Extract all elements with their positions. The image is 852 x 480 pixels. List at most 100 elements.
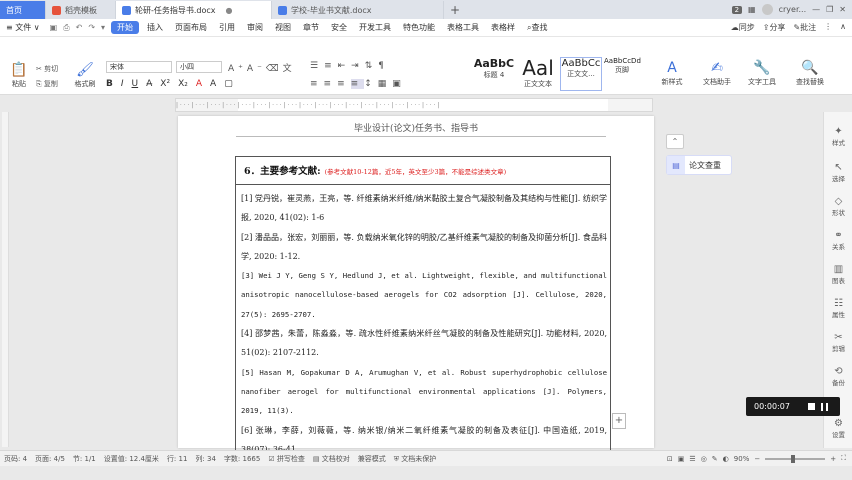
save-icon[interactable]: ▣ [50, 23, 58, 33]
grow-font-icon[interactable]: A⁺ [228, 64, 247, 74]
tab-home[interactable]: 首页 [0, 1, 46, 19]
user-name[interactable]: cryer... [779, 5, 807, 14]
line-spacing-icon[interactable]: ↕ [364, 79, 378, 89]
strikethrough-icon[interactable]: A̶ [146, 79, 152, 89]
grid-icon[interactable]: ▦ [748, 5, 756, 14]
zoom-value[interactable]: 90% [734, 455, 750, 463]
reference-item[interactable]: [3] Wei J Y, Geng S Y, Hedlund J, et al.… [241, 266, 607, 324]
bold-icon[interactable]: B [106, 79, 113, 89]
print-layout-icon[interactable]: ▣ [678, 455, 685, 463]
outline-icon[interactable]: ✎ [712, 455, 718, 463]
avatar[interactable] [761, 4, 773, 15]
minimize-icon[interactable]: — [812, 5, 820, 14]
reference-list[interactable]: [1] 党丹锐，崔灵燕，王亮，等. 纤维素纳米纤维/纳米黏胶土复合气凝胶制备及其… [241, 189, 607, 459]
menu-table-tools[interactable]: 表格工具 [441, 19, 485, 37]
style-normal[interactable]: AaBbCc 正文文... [560, 57, 602, 91]
status-page[interactable]: 页码: 4 [0, 454, 31, 464]
border-icon[interactable]: ▣ [392, 79, 407, 89]
comment-button[interactable]: ✎批注 [793, 22, 816, 33]
style-footer[interactable]: AaBbCcDd 页脚 [604, 57, 641, 91]
reading-mode-icon[interactable]: ☰ [689, 455, 695, 463]
zoom-out-icon[interactable]: − [754, 455, 760, 463]
copy-button[interactable]: ⎘ 复制 [36, 79, 58, 89]
increase-indent-icon[interactable]: ⇥ [351, 61, 365, 71]
cut-button[interactable]: ✂ 剪切 [36, 64, 58, 74]
undo-icon[interactable]: ↶ [76, 23, 83, 33]
collapse-icon[interactable]: ∧ [840, 22, 846, 33]
menu-insert[interactable]: 插入 [141, 19, 169, 37]
pause-icon[interactable] [821, 402, 828, 411]
number-list-icon[interactable]: ≡ [324, 61, 338, 71]
menu-find[interactable]: ⌕查找 [521, 19, 553, 37]
sidebar-relation[interactable]: ⚭ 关系 [824, 230, 852, 251]
print-icon[interactable]: ⎙ [63, 23, 69, 33]
menu-table-style[interactable]: 表格样 [485, 19, 521, 37]
highlight-icon[interactable]: A [210, 79, 216, 89]
text-tools-button[interactable]: 🔧 文字工具 [742, 59, 782, 87]
sidebar-select[interactable]: ↖ 选择 [824, 162, 852, 183]
align-left-icon[interactable]: ≡ [310, 79, 324, 89]
reference-item[interactable]: [1] 党丹锐，崔灵燕，王亮，等. 纤维素纳米纤维/纳米黏胶土复合气凝胶制备及其… [241, 189, 607, 228]
char-border-icon[interactable]: ▢ [224, 79, 233, 89]
sidebar-backup[interactable]: ⟲ 备份 [824, 366, 852, 387]
zoom-slider-knob[interactable] [791, 454, 796, 463]
menu-security[interactable]: 安全 [325, 19, 353, 37]
italic-icon[interactable]: I [121, 79, 124, 89]
tab-docer[interactable]: 稻壳模板 [46, 1, 116, 19]
format-painter-button[interactable]: 🖌 格式刷 [70, 61, 100, 89]
menu-view[interactable]: 视图 [269, 19, 297, 37]
add-row-button[interactable]: + [612, 413, 626, 429]
spell-check-toggle[interactable]: ☑ 拼写检查 [264, 454, 309, 464]
sidebar-settings[interactable]: ⚙ 设置 [824, 418, 852, 439]
align-center-icon[interactable]: ≡ [324, 79, 338, 89]
align-right-icon[interactable]: ≡ [337, 79, 351, 89]
document-page[interactable]: 毕业设计(论文)任务书、指导书 6．主要参考文献: (参考文献10-12篇，近5年… [178, 116, 654, 454]
bullet-list-icon[interactable]: ☰ [310, 61, 324, 71]
tab-doc-2[interactable]: 学校-毕业书文献.docx [272, 1, 444, 19]
new-tab-button[interactable]: + [444, 1, 466, 19]
stop-icon[interactable] [808, 403, 815, 410]
share-button[interactable]: ⇪分享 [763, 22, 786, 33]
menu-features[interactable]: 特色功能 [397, 19, 441, 37]
menu-review[interactable]: 审阅 [241, 19, 269, 37]
menu-layout[interactable]: 页面布局 [169, 19, 213, 37]
maximize-icon[interactable]: ❐ [826, 5, 833, 14]
shrink-font-icon[interactable]: A⁻ [247, 64, 266, 74]
find-replace-button[interactable]: 🔍 查找替换 [790, 59, 830, 87]
font-family-select[interactable]: 宋体 [106, 61, 172, 73]
font-size-select[interactable]: 小四 [176, 61, 222, 73]
menu-references[interactable]: 引用 [213, 19, 241, 37]
menu-chapter[interactable]: 章节 [297, 19, 325, 37]
pinyin-icon[interactable]: 文 [283, 64, 296, 74]
tab-doc-1[interactable]: 轮研-任务指导书.docx ● [116, 1, 272, 19]
style-heading4[interactable]: AaBbC 标题 4 [472, 57, 516, 91]
web-layout-icon[interactable]: ◎ [701, 455, 707, 463]
essay-check-button[interactable]: ▤ 论文查重 [666, 155, 732, 175]
reference-item[interactable]: [4] 邵梦茜，朱蕾，陈淼淼，等. 疏水性纤维素纳米纤丝气凝胶的制备及性能研究[… [241, 324, 607, 363]
doc-assist-button[interactable]: ✍ 文档助手 [700, 59, 734, 87]
menu-developer[interactable]: 开发工具 [353, 19, 397, 37]
zoom-slider[interactable] [765, 454, 826, 463]
shading-icon[interactable]: ▦ [378, 79, 393, 89]
subscript-icon[interactable]: X₂ [178, 79, 188, 89]
focus-mode-icon[interactable]: ⊡ [667, 455, 673, 463]
eye-protect-icon[interactable]: ◐ [723, 455, 729, 463]
status-pages[interactable]: 页面: 4/5 [31, 454, 69, 464]
sidebar-property[interactable]: ☷ 属性 [824, 298, 852, 319]
superscript-icon[interactable]: X² [160, 79, 170, 89]
redo-icon[interactable]: ↷ [88, 23, 95, 33]
sort-icon[interactable]: ⇅ [365, 61, 379, 71]
style-body-text[interactable]: Aal 正文文本 [518, 57, 558, 91]
decrease-indent-icon[interactable]: ⇤ [338, 61, 352, 71]
status-words[interactable]: 字数: 1665 [220, 454, 264, 464]
align-justify-icon[interactable]: ≡ [350, 79, 365, 89]
sidebar-style[interactable]: ✦ 样式 [824, 126, 852, 147]
doc-check-button[interactable]: ▤ 文档校对 [309, 454, 354, 464]
font-grow-shrink[interactable]: A⁺A⁻⌫文 [228, 61, 296, 74]
collapse-panel-icon[interactable]: ⌃ [666, 134, 684, 149]
paste-button[interactable]: 📋 粘贴 [6, 61, 32, 89]
sidebar-shape[interactable]: ◇ 形状 [824, 196, 852, 217]
sidebar-clip[interactable]: ✂ 剪辑 [824, 332, 852, 353]
sync-button[interactable]: ☁同步 [731, 22, 755, 33]
vertical-ruler[interactable] [2, 112, 9, 447]
